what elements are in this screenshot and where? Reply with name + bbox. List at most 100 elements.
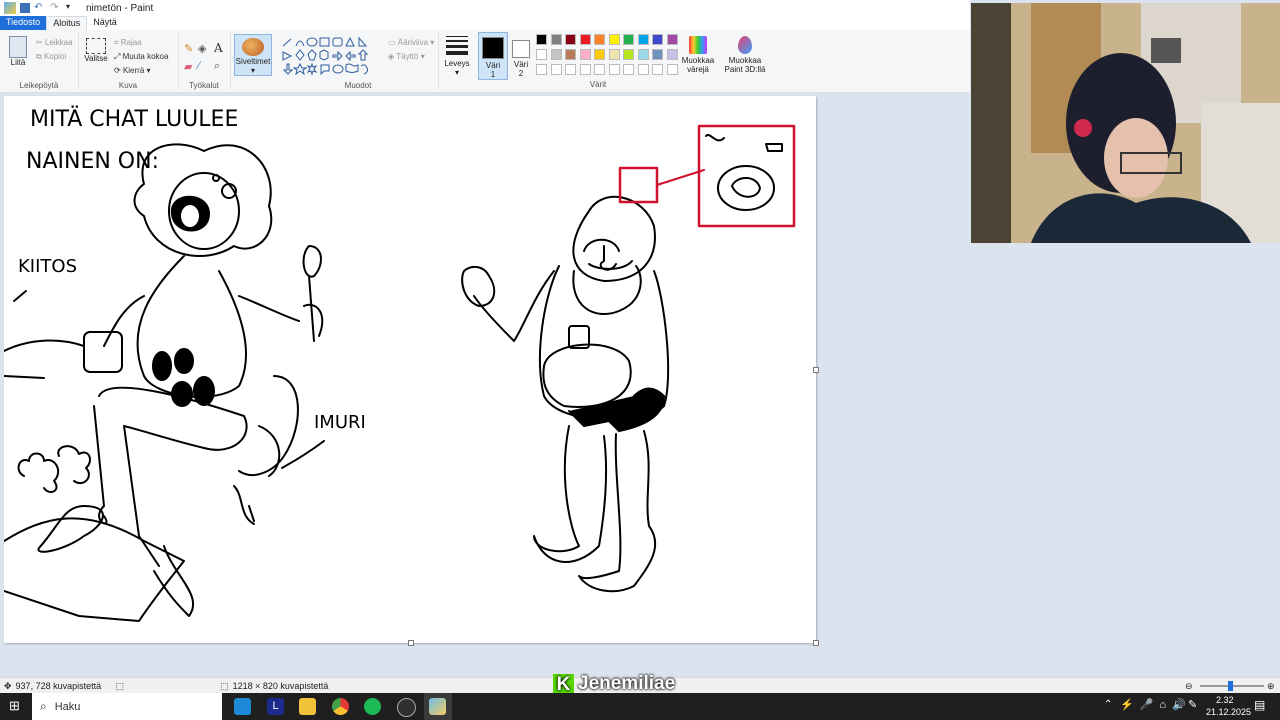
app-l-icon[interactable]: L	[267, 698, 284, 715]
tab-home[interactable]: Aloitus	[46, 16, 88, 30]
line-width-icon	[446, 36, 468, 55]
canvas-resize-handle-corner[interactable]	[813, 640, 819, 646]
ribbon-tabs: Tiedosto Aloitus Näytä	[0, 16, 970, 30]
palette-swatch[interactable]	[608, 64, 620, 75]
palette-swatch[interactable]	[579, 34, 591, 45]
canvas-resize-handle-bottom[interactable]	[408, 640, 414, 646]
size-button[interactable]: Leveys ▾	[442, 36, 472, 77]
tray-icons[interactable]: ⚡🎤⌂🔊	[1120, 698, 1192, 711]
palette-swatch[interactable]	[608, 34, 620, 45]
eraser-icon[interactable]: ▰	[184, 60, 192, 73]
start-button[interactable]: ⊞	[9, 698, 20, 714]
palette-swatch[interactable]	[608, 49, 620, 60]
fill-icon[interactable]: ◈	[198, 42, 206, 55]
palette-swatch[interactable]	[666, 34, 678, 45]
chrome-icon[interactable]	[332, 698, 349, 715]
palette-swatch[interactable]	[652, 49, 663, 60]
shapes-gallery[interactable]	[280, 36, 380, 78]
palette-swatch[interactable]	[550, 34, 562, 45]
undo-icon[interactable]: ↶	[34, 2, 46, 14]
palette-swatch[interactable]	[594, 64, 605, 75]
pen-icon[interactable]: ✎	[1188, 698, 1197, 711]
clock-date[interactable]: 21.12.2025	[1206, 707, 1251, 717]
magnifier-icon[interactable]: ⌕	[214, 60, 220, 73]
quick-access-dropdown-icon[interactable]: ▾	[66, 2, 78, 14]
drawing-canvas[interactable]: MITÄ CHAT LUULEE NAINEN ON: KIITOS IMURI	[3, 96, 819, 646]
file-explorer-icon[interactable]	[299, 698, 316, 715]
palette-swatch[interactable]	[637, 64, 649, 75]
text-tool-icon[interactable]: A	[214, 41, 223, 55]
palette-swatch[interactable]	[666, 49, 678, 60]
ribbon: Liitä ✂ Leikkaa ⧉ Kopioi Leikepöytä Vali…	[0, 30, 970, 93]
resize-button[interactable]: ⤢ Muuta kokoa	[114, 52, 168, 62]
rotate-button[interactable]: ⟳ Kierrä ▾	[114, 66, 151, 75]
canvas-resize-handle-right[interactable]	[813, 367, 819, 373]
paint-app-icon	[4, 2, 16, 14]
zoom-in-button[interactable]: ⊕	[1267, 681, 1275, 692]
palette-swatch[interactable]	[623, 64, 634, 75]
palette-swatch[interactable]	[536, 34, 547, 45]
palette-swatch[interactable]	[579, 49, 591, 60]
tray-chevron-icon[interactable]: ⌃	[1104, 699, 1112, 710]
streamer-name-overlay: K Jenemiliae	[553, 673, 675, 695]
zoom-out-button[interactable]: ⊖	[1185, 681, 1193, 692]
color2-swatch	[512, 40, 530, 58]
cut-button[interactable]: ✂ Leikkaa	[36, 38, 73, 47]
crop-button[interactable]: ⌗ Rajaa	[114, 38, 142, 48]
taskbar-search[interactable]: ⌕ Haku	[32, 693, 222, 720]
palette-swatch[interactable]	[550, 64, 562, 75]
streamer-logo: K	[553, 673, 574, 695]
spotify-icon[interactable]	[364, 698, 381, 715]
canvas-dimensions: 1218 × 820 kuvapistettä	[232, 681, 329, 691]
color1-button[interactable]: Väri 1	[478, 32, 508, 80]
search-placeholder: Haku	[54, 700, 81, 713]
tab-view[interactable]: Näytä	[87, 16, 123, 30]
chair	[238, 375, 299, 477]
save-icon[interactable]	[20, 3, 30, 13]
brush-icon	[242, 38, 264, 56]
drawing-title-line2: NAINEN ON:	[26, 149, 159, 174]
tab-file[interactable]: Tiedosto	[0, 16, 47, 30]
color2-button[interactable]: Väri 2	[508, 32, 534, 78]
redo-icon[interactable]: ↷	[50, 2, 62, 14]
palette-swatch[interactable]	[623, 34, 634, 45]
taskbar: ⊞ ⌕ Haku L ⌃ ⚡🎤⌂🔊 ✎ 2.32 21.12.2025 ▤	[0, 693, 1280, 720]
fill-dropdown[interactable]: ◈ Täyttö ▾	[388, 52, 425, 61]
color-picker-icon[interactable]: ⁄	[198, 60, 200, 72]
edit-colors-button[interactable]: Muokkaa värejä	[680, 36, 716, 74]
obs-icon[interactable]	[397, 698, 416, 717]
palette-swatch[interactable]	[565, 64, 576, 75]
notification-icon[interactable]: ▤	[1254, 698, 1265, 712]
palette-swatch[interactable]	[594, 34, 605, 45]
palette-swatch[interactable]	[565, 34, 576, 45]
palette-swatch[interactable]	[536, 49, 547, 60]
palette-swatch[interactable]	[652, 64, 663, 75]
palette-swatch[interactable]	[666, 64, 678, 75]
active-app-indicator	[424, 693, 452, 720]
palette-swatch[interactable]	[594, 49, 605, 60]
palette-swatch[interactable]	[579, 64, 591, 75]
palette-swatch[interactable]	[536, 64, 547, 75]
copy-button[interactable]: ⧉ Kopioi	[36, 52, 66, 62]
palette-swatch[interactable]	[565, 49, 576, 60]
palette-swatch[interactable]	[623, 49, 634, 60]
palette-swatch[interactable]	[637, 49, 649, 60]
palette-swatch[interactable]	[550, 49, 562, 60]
clock-time[interactable]: 2.32	[1216, 695, 1234, 705]
pencil-icon[interactable]: ✎	[184, 42, 193, 55]
edge-icon[interactable]	[234, 698, 251, 715]
palette-swatch[interactable]	[652, 34, 663, 45]
shapes-group-label: Muodot	[344, 81, 372, 90]
palette-swatch[interactable]	[637, 34, 649, 45]
select-button[interactable]: Valitse	[82, 38, 110, 63]
paint3d-button[interactable]: Muokkaa Paint 3D:llä	[722, 36, 768, 74]
brushes-button[interactable]: Siveltimet ▾	[234, 34, 272, 76]
paste-button[interactable]: Liitä	[6, 36, 30, 67]
drawing-kiitos: KIITOS	[18, 256, 77, 277]
selection-size-icon: ⬚	[115, 680, 125, 691]
outline-dropdown[interactable]: ▭ Ääriviiva ▾	[388, 38, 434, 47]
zoom-box	[618, 166, 659, 204]
vacuum	[281, 440, 325, 469]
zoom-slider-thumb[interactable]	[1228, 681, 1233, 691]
zoom-slider[interactable]	[1200, 681, 1264, 691]
